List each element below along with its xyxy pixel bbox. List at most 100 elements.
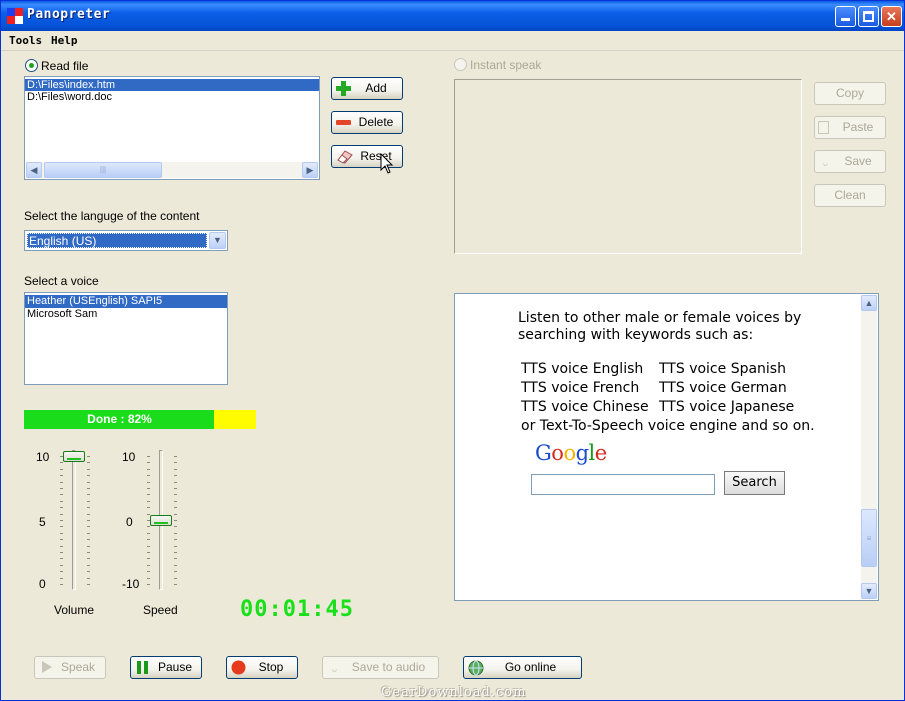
voice-list[interactable]: Heather (USEnglish) SAPI5 Microsoft Sam [24,292,228,385]
slider-tick [174,501,177,502]
volume-track[interactable] [72,450,76,590]
file-list[interactable]: D:\Files\index.htm D:\Files\word.doc ◀ |… [24,76,320,180]
go-online-button[interactable]: Go online [463,656,582,679]
slider-tick [174,488,177,489]
language-label: Select the languge of the content [24,209,200,223]
scroll-up-icon[interactable]: ▲ [861,295,877,311]
clean-button[interactable]: Clean [814,184,886,207]
slider-tick [174,552,177,553]
keyword-german: TTS voice German [659,380,787,396]
instant-speak-radio[interactable] [454,58,467,71]
save-button[interactable]: ᴗ Save [814,150,886,173]
scroll-thumb[interactable]: ||| [44,162,162,178]
slider-tick [60,539,63,540]
slider-tick [60,514,63,515]
slider-tick [87,578,90,579]
save-to-audio-button[interactable]: ᴗ Save to audio [322,656,439,679]
keyword-spanish: TTS voice Spanish [659,361,786,377]
paste-button-label: Paste [842,120,874,134]
speed-tick-mid: 0 [126,515,133,529]
slider-tick [87,514,90,515]
slider-tick [87,571,90,572]
speed-tick-max: 10 [122,450,136,464]
google-search-button[interactable]: Search [724,471,785,495]
menu-help[interactable]: Help [51,34,78,47]
google-logo-letter: o [551,441,564,465]
slider-tick [87,482,90,483]
slider-tick [60,507,63,508]
slider-tick [147,507,150,508]
browser-vscrollbar[interactable]: ▲ ≡ ▼ [861,295,877,599]
clean-button-label: Clean [834,188,866,202]
delete-button[interactable]: Delete [331,111,403,134]
keyword-english: TTS voice English [521,361,644,377]
slider-tick [174,482,177,483]
progress-text: Done : 82% [87,412,152,426]
slider-tick [147,526,150,527]
list-item[interactable]: D:\Files\index.htm [25,79,319,91]
slider-tick [147,488,150,489]
volume-tick-min: 0 [39,577,46,591]
slider-tick [147,558,150,559]
slider-tick [60,520,63,521]
add-button[interactable]: Add [331,77,403,100]
menu-bar: Tools Help [1,31,904,51]
google-search-input[interactable] [531,474,715,495]
slider-tick [60,565,63,566]
save-to-audio-label: Save to audio [351,660,426,674]
slider-tick [87,546,90,547]
volume-thumb[interactable] [63,451,85,462]
slider-tick [174,533,177,534]
keyword-french: TTS voice French [521,380,640,396]
stop-button[interactable]: Stop [226,656,298,679]
stop-icon [231,660,246,675]
google-logo-letter: G [535,441,552,465]
minimize-button[interactable] [835,6,856,27]
copy-button[interactable]: Copy [814,82,886,105]
scroll-down-icon[interactable]: ▼ [861,583,877,599]
minus-icon [336,115,351,130]
slider-tick [147,584,150,585]
slider-tick [174,571,177,572]
chevron-down-icon[interactable]: ▼ [209,232,226,249]
slider-tick [174,558,177,559]
close-button[interactable]: ✕ [881,6,902,27]
slider-tick [174,475,177,476]
title-bar[interactable]: Panopreter ✕ [1,1,904,31]
maximize-button[interactable] [858,6,879,27]
paste-button[interactable]: Paste [814,116,886,139]
instant-speak-textarea[interactable] [454,79,802,254]
slider-tick [147,539,150,540]
list-item[interactable]: D:\Files\word.doc [25,91,319,103]
list-item[interactable]: Heather (USEnglish) SAPI5 [25,295,227,308]
file-list-hscrollbar[interactable]: ◀ ||| ▶ [26,162,318,178]
slider-tick [60,578,63,579]
slider-tick [87,520,90,521]
volume-tick-max: 10 [36,450,50,464]
slider-tick [87,558,90,559]
scroll-left-icon[interactable]: ◀ [26,162,42,178]
menu-tools[interactable]: Tools [9,34,42,47]
speed-thumb[interactable] [150,515,172,526]
language-select[interactable]: English (US) ▼ [24,230,228,251]
slider-tick [174,507,177,508]
scroll-right-icon[interactable]: ▶ [302,162,318,178]
speak-button[interactable]: Speak [34,656,106,679]
slider-tick [174,514,177,515]
play-icon [39,660,54,675]
keyword-japanese: TTS voice Japanese [659,399,795,415]
scroll-thumb[interactable]: ≡ [861,509,877,567]
slider-tick [87,488,90,489]
add-button-label: Add [365,81,387,95]
list-item[interactable]: Microsoft Sam [25,308,227,321]
pause-button[interactable]: Pause [130,656,202,679]
slider-tick [60,526,63,527]
slider-tick [87,507,90,508]
app-logo-icon [7,8,23,24]
save-icon: ᴗ [822,158,828,168]
progress-bar: Done : 82% [24,410,256,429]
slider-tick [87,501,90,502]
read-file-radio[interactable] [25,59,38,72]
slider-tick [87,494,90,495]
stop-button-label: Stop [258,660,284,674]
